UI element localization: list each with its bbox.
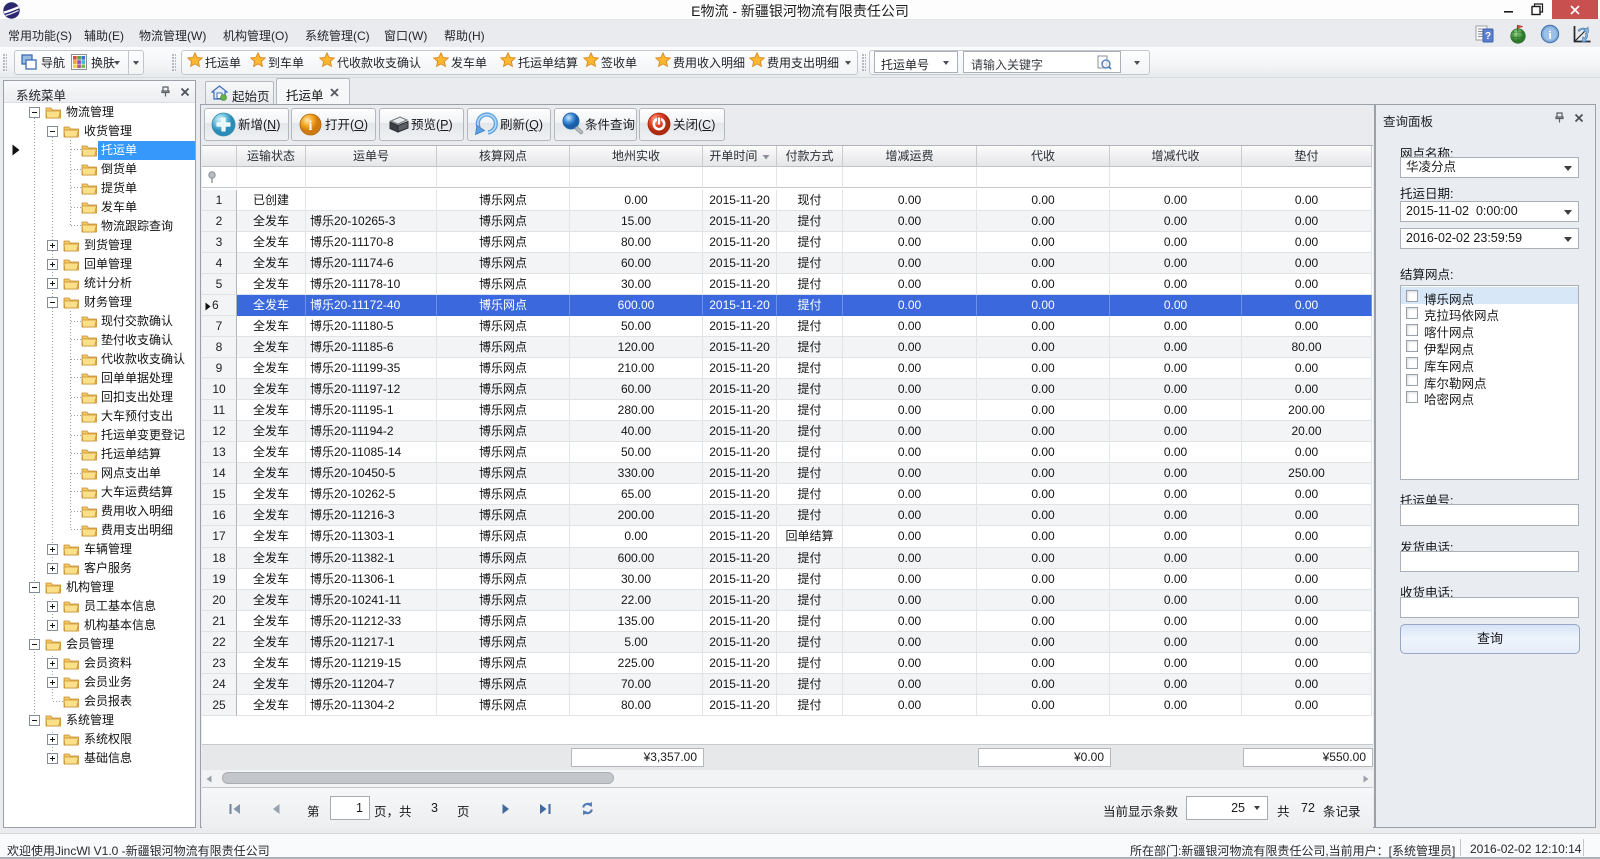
- svg-text:i: i: [309, 119, 313, 134]
- svg-text:?: ?: [1485, 31, 1491, 42]
